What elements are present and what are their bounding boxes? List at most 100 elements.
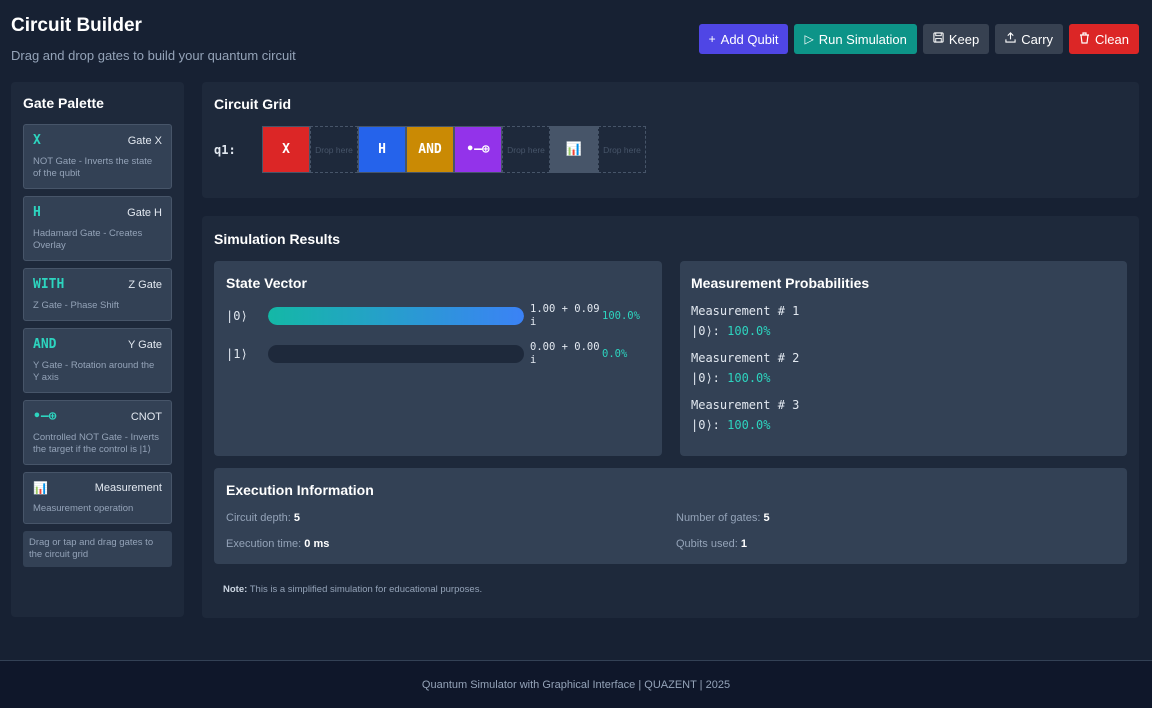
play-icon: ▷ [804,32,814,46]
execution-time-value: 0 ms [304,538,330,550]
simulation-results-panel: Simulation Results State Vector |0⟩ 1.00… [202,216,1139,618]
gate-palette: Gate Palette X Gate X NOT Gate - Inverts… [11,82,184,617]
circuit-slot-and-gate[interactable]: AND [406,126,454,173]
state-vector-panel: State Vector |0⟩ 1.00 + 0.09 i 100.0% |1… [214,261,662,456]
measurement-result: |0⟩: 100.0% [691,371,1116,385]
measurement-state: |0⟩: [691,324,720,338]
note-text: This is a simplified simulation for educ… [249,584,483,595]
execution-time: Execution time: 0 ms [226,538,676,550]
execution-info-panel: Execution Information Circuit depth: 5 N… [214,468,1127,564]
measurement-heading: Measurement # 3 [691,398,800,412]
gate-symbol: WITH [33,277,65,292]
carry-label: Carry [1021,31,1054,47]
circuit-slot-empty[interactable]: Drop here [310,126,358,173]
footer-text: Quantum Simulator with Graphical Interfa… [421,678,731,691]
simulation-note: Note: This is a simplified simulation fo… [223,584,482,595]
probability-bar-fill [268,307,524,325]
gate-description: NOT Gate - Inverts the state of the qubi… [33,156,153,179]
circuit-depth-label: Circuit depth: [226,512,291,524]
gate-symbol: AND [33,337,57,352]
state-ket: |1⟩ [226,347,248,361]
execution-info-grid: Circuit depth: 5 Number of gates: 5 Exec… [226,512,1115,550]
gate-card-h[interactable]: H Gate H Hadamard Gate - Creates Overlay [23,196,172,261]
qubits-used-value: 1 [740,538,747,550]
circuit-slot-h-gate[interactable]: H [358,126,406,173]
add-qubit-label: Add Qubit [720,31,779,47]
gate-description: Controlled NOT Gate - Inverts the target… [33,432,160,455]
run-simulation-label: Run Simulation [818,31,907,47]
gate-description: Hadamard Gate - Creates Overlay [33,228,143,251]
gate-count-value: 5 [763,512,770,524]
page-header: Circuit Builder Drag and drop gates to b… [11,15,296,63]
execution-info-title: Execution Information [226,482,374,498]
circuit-depth: Circuit depth: 5 [226,512,676,524]
qubits-used-label: Qubits used: [676,538,738,550]
measurement-probabilities-panel: Measurement Probabilities Measurement # … [680,261,1127,456]
page-subtitle: Drag and drop gates to build your quantu… [11,48,296,63]
gate-name: Gate X [127,134,162,147]
palette-hint: Drag or tap and drag gates to the circui… [23,531,172,567]
run-simulation-button[interactable]: ▷ Run Simulation [794,24,917,54]
keep-button[interactable]: Keep [922,24,990,54]
gate-description: Measurement operation [33,503,134,514]
measurement-probabilities-title: Measurement Probabilities [691,275,870,291]
measurement-value: 100.0% [727,324,771,338]
gate-card-z[interactable]: WITH Z Gate Z Gate - Phase Shift [23,268,172,321]
circuit-grid-panel: Circuit Grid q1: X Drop here H AND •—⊕ D… [202,82,1139,198]
keep-label: Keep [948,31,980,47]
gate-count: Number of gates: 5 [676,512,1115,524]
add-qubit-button[interactable]: + Add Qubit [698,24,789,54]
note-label: Note: [223,584,248,595]
state-vector-title: State Vector [226,275,307,291]
toolbar: + Add Qubit ▷ Run Simulation Keep Carry … [698,24,1139,54]
measurement-result: |0⟩: 100.0% [691,418,1116,432]
state-probability: 0.0% [602,348,628,360]
state-amplitude: 0.00 + 0.00 i [530,341,600,366]
probability-bar-track [268,307,524,325]
measurement-value: 100.0% [727,418,771,432]
measurement-result: |0⟩: 100.0% [691,324,1116,338]
cnot-icon: •—⊕ [33,409,57,424]
bar-chart-icon: 📊 [33,481,48,495]
qubit-row: q1: X Drop here H AND •—⊕ Drop here 📊 Dr… [214,126,1127,173]
page-title: Circuit Builder [11,15,142,36]
gate-card-measurement[interactable]: 📊 Measurement Measurement operation [23,472,172,524]
plus-icon: + [708,32,716,46]
clean-button[interactable]: Clean [1069,24,1139,54]
probability-bar-track [268,345,524,363]
circuit-slot-cnot-gate[interactable]: •—⊕ [454,126,502,173]
palette-title: Gate Palette [23,95,104,111]
simulation-results-title: Simulation Results [214,231,341,247]
qubit-label: q1: [214,142,236,157]
gate-count-label: Number of gates: [676,512,761,524]
gate-description: Z Gate - Phase Shift [33,300,120,311]
circuit-slot-measurement[interactable]: 📊 [550,126,598,173]
gate-symbol: H [33,205,41,220]
gate-card-cnot[interactable]: •—⊕ CNOT Controlled NOT Gate - Inverts t… [23,400,172,465]
circuit-slot-empty[interactable]: Drop here [502,126,550,173]
state-row: |1⟩ 0.00 + 0.00 i 0.0% [226,341,650,367]
gate-symbol: X [33,133,41,148]
gate-name: Z Gate [128,278,162,291]
qubits-used: Qubits used: 1 [676,538,1115,550]
gate-card-y[interactable]: AND Y Gate Y Gate - Rotation around the … [23,328,172,393]
state-row: |0⟩ 1.00 + 0.09 i 100.0% [226,303,650,329]
measurement-state: |0⟩: [691,371,720,385]
circuit-grid-title: Circuit Grid [214,96,292,112]
trash-icon [1079,31,1090,47]
circuit-slot-empty[interactable]: Drop here [598,126,646,173]
state-probability: 100.0% [602,310,640,322]
circuit-depth-value: 5 [293,512,300,524]
page-footer: Quantum Simulator with Graphical Interfa… [0,660,1152,708]
gate-description: Y Gate - Rotation around the Y axis [33,360,155,383]
state-ket: |0⟩ [226,309,248,323]
measurement-heading: Measurement # 1 [691,304,800,318]
carry-button[interactable]: Carry [995,24,1064,54]
save-icon [933,32,944,46]
state-amplitude: 1.00 + 0.09 i [530,303,600,328]
clean-label: Clean [1095,31,1129,47]
circuit-slot-x-gate[interactable]: X [262,126,310,173]
upload-icon [1005,32,1016,46]
gate-card-x[interactable]: X Gate X NOT Gate - Inverts the state of… [23,124,172,189]
measurement-value: 100.0% [727,371,771,385]
